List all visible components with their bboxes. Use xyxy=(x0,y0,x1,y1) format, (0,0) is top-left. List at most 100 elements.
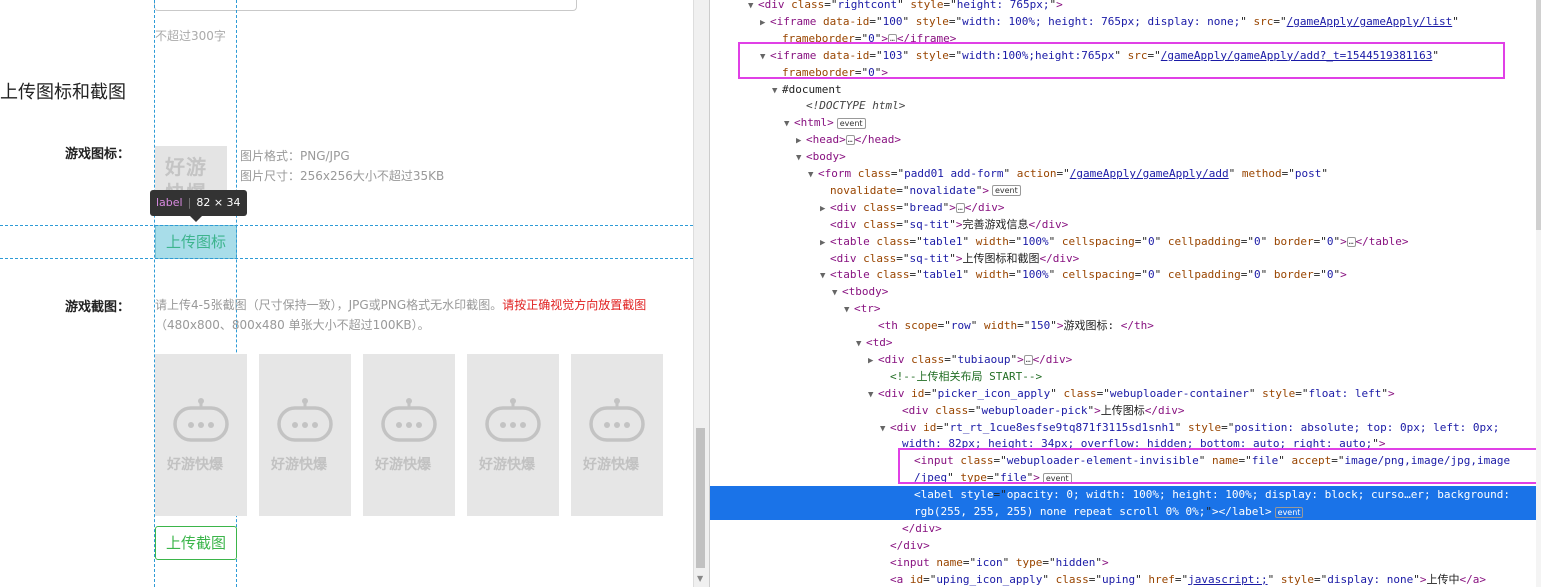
dom-node[interactable]: ▼ <td> xyxy=(710,334,1541,351)
expand-open-icon[interactable]: ▼ xyxy=(772,83,782,98)
dom-node[interactable]: ▼ <div id="rt_rt_1cue8esfse9tq871f3115sd1… xyxy=(710,419,1541,436)
dom-node[interactable]: ▼ <body> xyxy=(710,148,1541,165)
tag-token: <div xyxy=(830,200,864,214)
page-scrollbar-thumb[interactable] xyxy=(696,428,705,568)
attr-name: cellspacing xyxy=(1061,234,1135,248)
dom-node[interactable]: ▶ <iframe data-id="100" style="width: 100… xyxy=(710,13,1541,30)
scroll-down-arrow-icon[interactable]: ▼ xyxy=(697,574,703,583)
dom-node[interactable]: <input name="icon" type="hidden"> xyxy=(710,554,1541,571)
screenshot-placeholder: 好游快爆 xyxy=(467,354,559,516)
comment-token: <!--上传相关布局 START--> xyxy=(890,369,1043,383)
dom-node[interactable]: <!DOCTYPE html> xyxy=(710,97,1541,114)
text-token: " xyxy=(1135,572,1149,586)
text-token: " xyxy=(1095,555,1102,569)
expand-closed-icon[interactable]: ▶ xyxy=(760,15,770,30)
expand-open-icon[interactable]: ▼ xyxy=(868,387,878,402)
collapsed-ellipsis-icon[interactable]: … xyxy=(1346,236,1356,247)
dom-node-selected[interactable]: rgb(255, 255, 255) none repeat scroll 0%… xyxy=(710,503,1541,520)
attr-value: novalidate xyxy=(909,183,976,197)
devtools-scrollbar-thumb[interactable] xyxy=(1536,0,1541,230)
dom-node[interactable]: ▼ <div class="rightcont" style="height: 7… xyxy=(710,0,1541,13)
dom-node[interactable]: <div class="webuploader-pick">上传图标</div> xyxy=(710,402,1541,419)
expand-closed-icon[interactable]: ▶ xyxy=(868,353,878,368)
attr-value: 0 xyxy=(1147,268,1155,282)
attr-value: uping_icon_apply xyxy=(936,572,1043,586)
screenshot-placeholder: 好游快爆 xyxy=(155,354,247,516)
screenshot-placeholder: 好游快爆 xyxy=(363,354,455,516)
tooltip-arrow xyxy=(190,216,202,222)
upload-screenshot-button[interactable]: 上传截图 xyxy=(155,526,237,560)
attr-name: width xyxy=(975,268,1009,282)
expand-closed-icon[interactable]: ▶ xyxy=(796,133,806,148)
text-token: 上传图标 xyxy=(1100,403,1145,417)
description-textarea[interactable] xyxy=(154,0,577,11)
tag-token: > xyxy=(1340,234,1347,248)
dom-node[interactable]: ▼ <table class="table1" width="100%" cell… xyxy=(710,266,1541,283)
dom-node[interactable]: <!--上传相关布局 START--> xyxy=(710,368,1541,385)
expand-open-icon[interactable]: ▼ xyxy=(820,268,830,283)
tag-token: > xyxy=(1212,505,1219,518)
event-badge[interactable]: event xyxy=(836,117,866,129)
attr-link[interactable]: /gameApply/gameApply/add xyxy=(1070,167,1229,180)
attr-value: rightcont xyxy=(837,0,898,11)
screenshot-placeholder: 好游快爆 xyxy=(259,354,351,516)
dom-node[interactable]: ▼ <div id="picker_icon_apply" class="webu… xyxy=(710,385,1541,402)
char-limit-hint: 不超过300字 xyxy=(155,29,226,43)
icon-size-hint: 图片尺寸：256x256大小不超过35KB xyxy=(240,169,445,183)
tag-token: <table xyxy=(830,234,877,248)
attr-name: border xyxy=(1273,268,1314,282)
expand-open-icon[interactable]: ▼ xyxy=(748,0,758,13)
devtools-scrollbar[interactable] xyxy=(1536,0,1541,587)
text-token: " xyxy=(1267,572,1281,586)
event-badge[interactable]: event xyxy=(991,185,1021,197)
attr-link[interactable]: javascript:; xyxy=(1188,573,1267,586)
expand-closed-icon[interactable]: ▶ xyxy=(820,201,830,216)
expand-open-icon[interactable]: ▼ xyxy=(880,421,890,436)
expand-open-icon[interactable]: ▼ xyxy=(844,302,854,317)
text-token: 游戏图标: xyxy=(1063,319,1121,333)
expand-open-icon[interactable]: ▼ xyxy=(796,150,806,165)
attr-value: hidden xyxy=(1055,555,1096,569)
text-token: =" xyxy=(1096,386,1110,400)
expand-open-icon[interactable]: ▼ xyxy=(784,116,794,131)
upload-icon-button[interactable]: 上传图标 xyxy=(155,225,237,259)
text-token: =" xyxy=(1313,234,1327,248)
expand-closed-icon[interactable]: ▶ xyxy=(820,235,830,250)
event-badge[interactable]: event xyxy=(1274,506,1304,518)
text-token: 上传图标和截图 xyxy=(962,251,1040,265)
expand-open-icon[interactable]: ▼ xyxy=(808,167,818,182)
attr-value: float: left xyxy=(1308,386,1382,400)
dom-node[interactable]: <div class="sq-tit">上传图标和截图</div> xyxy=(710,250,1541,267)
gamepad-robot-icon xyxy=(381,398,437,442)
text-token: " xyxy=(1248,386,1263,400)
dom-node[interactable]: ▶ <div class="bread">… </div> xyxy=(710,199,1541,216)
collapsed-ellipsis-icon[interactable]: … xyxy=(845,135,855,146)
dom-node[interactable]: </div> xyxy=(710,537,1541,554)
attr-link[interactable]: /gameApply/gameApply/list xyxy=(1287,15,1453,28)
dom-node[interactable]: </div> xyxy=(710,520,1541,537)
dom-node-selected[interactable]: <label style="opacity: 0; width: 100%; h… xyxy=(710,486,1541,504)
screenshot-brand-text: 好游快爆 xyxy=(583,457,639,473)
collapsed-ellipsis-icon[interactable]: … xyxy=(1023,354,1033,365)
text-token: =" xyxy=(1174,572,1189,586)
expand-open-icon[interactable]: ▼ xyxy=(832,285,842,300)
dom-node[interactable]: ▼ <form class="padd01 add-form" action="/… xyxy=(710,165,1541,182)
dom-node[interactable]: <th scope="row" width="150">游戏图标: </th> xyxy=(710,317,1541,334)
dom-node[interactable]: ▶ <head>… </head> xyxy=(710,131,1541,148)
tag-token: <a xyxy=(890,572,910,586)
dom-node[interactable]: ▼ <tbody> xyxy=(710,283,1541,300)
screenshots-row-label: 游戏截图： xyxy=(65,300,131,315)
attr-value: 0 xyxy=(1147,234,1155,248)
dom-node[interactable]: <div class="sq-tit">完善游戏信息</div> xyxy=(710,216,1541,233)
page-viewport: 不超过300字 上传图标和截图 游戏图标： 好游快爆 图片格式：PNG/JPG … xyxy=(0,0,693,587)
dom-node[interactable]: ▶ <div class="tubiaoup">… </div> xyxy=(710,351,1541,368)
collapsed-ellipsis-icon[interactable]: … xyxy=(955,202,965,213)
dom-node[interactable]: ▼ #document xyxy=(710,81,1541,98)
dom-node[interactable]: ▶ <table class="table1" width="100%" cell… xyxy=(710,233,1541,250)
dom-node[interactable]: ▼ <html> event xyxy=(710,114,1541,131)
dom-node[interactable]: <a id="uping_icon_apply" class="uping" h… xyxy=(710,571,1541,587)
expand-open-icon[interactable]: ▼ xyxy=(856,336,866,351)
dom-node[interactable]: ▼ <tr> xyxy=(710,300,1541,317)
tag-token: <th xyxy=(878,319,905,333)
dom-node[interactable]: novalidate="novalidate"> event xyxy=(710,182,1541,199)
